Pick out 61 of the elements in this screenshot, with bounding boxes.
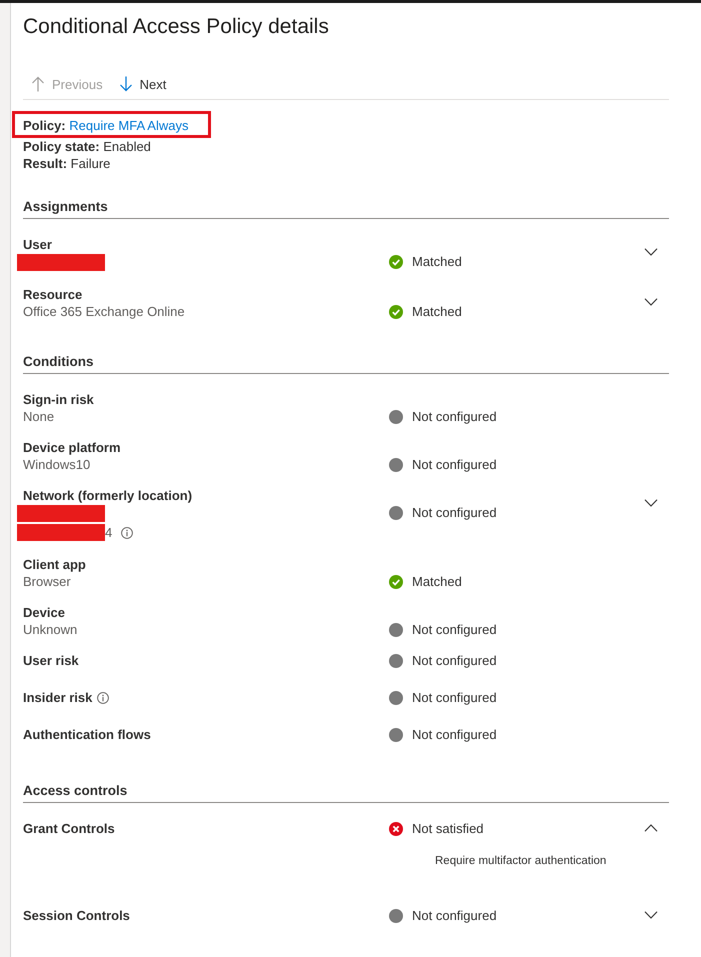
- row-label: Authentication flows: [23, 726, 151, 743]
- error-circle-icon: [389, 822, 403, 836]
- chevron-up-icon[interactable]: [644, 824, 658, 832]
- row-label: Sign-in risk: [23, 391, 94, 408]
- field-value: Browser: [23, 573, 71, 590]
- field-value: None: [23, 408, 54, 425]
- section-heading: Conditions: [23, 354, 94, 369]
- check-circle-icon: [389, 254, 403, 268]
- section-heading: Access controls: [23, 783, 128, 798]
- status-text: Not configured: [412, 908, 497, 923]
- info-icon[interactable]: [121, 526, 134, 538]
- section-heading: Assignments: [23, 199, 108, 214]
- summary-line: Policy state: Enabled: [23, 138, 152, 155]
- policy-line: Policy: Require MFA Always: [23, 118, 188, 133]
- check-circle-icon: [389, 574, 403, 588]
- row-label: User: [23, 236, 52, 253]
- status-dot-icon: [389, 728, 403, 742]
- field-value: Unknown: [23, 621, 78, 638]
- status-text: Not configured: [412, 457, 497, 472]
- policy-link[interactable]: Require MFA Always: [69, 118, 188, 133]
- status-dot-icon: [389, 654, 403, 668]
- chevron-down-icon[interactable]: [644, 298, 658, 306]
- status-text: Not configured: [412, 409, 497, 424]
- row-label: Insider risk: [23, 689, 92, 706]
- status-text: Matched: [412, 304, 462, 319]
- status-text: Not satisfied: [412, 821, 484, 836]
- field-value: 4: [105, 524, 112, 541]
- row-label: Network (formerly location): [23, 487, 192, 504]
- status-dot-icon: [389, 506, 403, 520]
- detail-text: Require multifactor authentication: [435, 854, 608, 869]
- status-dot-icon: [389, 690, 403, 704]
- status-text: Not configured: [412, 653, 497, 668]
- row-label: User risk: [23, 652, 79, 669]
- status-dot-icon: [389, 622, 403, 636]
- status-text: Not configured: [412, 727, 497, 742]
- status-text: Not configured: [412, 505, 497, 520]
- row-label: Session Controls: [23, 907, 130, 924]
- arrow-up-icon: [31, 76, 45, 92]
- chevron-down-icon[interactable]: [644, 248, 658, 256]
- page-title: Conditional Access Policy details: [23, 14, 330, 40]
- status-dot-icon: [389, 458, 403, 472]
- row-label: Device platform: [23, 439, 121, 456]
- row-label: Grant Controls: [23, 820, 115, 837]
- status-dot-icon: [389, 908, 403, 922]
- status-text: Matched: [412, 574, 462, 589]
- field-value: Windows10: [23, 456, 90, 473]
- chevron-down-icon[interactable]: [644, 499, 658, 507]
- status-text: Not configured: [412, 622, 497, 637]
- row-label: Resource: [23, 286, 82, 303]
- status-dot-icon: [389, 410, 403, 424]
- info-icon[interactable]: [97, 692, 110, 704]
- status-text: Matched: [412, 254, 462, 269]
- field-value: Office 365 Exchange Online: [23, 303, 185, 320]
- row-label: Client app: [23, 556, 86, 573]
- row-label: Device: [23, 604, 65, 621]
- check-circle-icon: [389, 304, 403, 318]
- status-text: Not configured: [412, 690, 497, 705]
- summary-line: Result: Failure: [23, 155, 112, 172]
- toolbar-button[interactable]: Next: [110, 69, 174, 99]
- chevron-down-icon[interactable]: [644, 911, 658, 919]
- arrow-down-icon: [118, 76, 133, 92]
